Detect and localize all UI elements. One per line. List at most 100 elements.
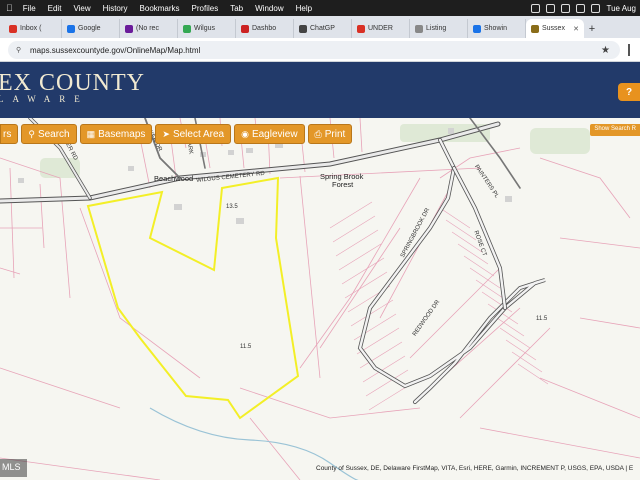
- layers-label: rs: [3, 128, 12, 140]
- menu-bookmarks[interactable]: Bookmarks: [134, 4, 186, 13]
- grid-icon: ▦: [86, 128, 96, 139]
- select-area-button[interactable]: ➤ Select Area: [155, 124, 232, 144]
- close-tab-icon[interactable]: ✕: [573, 25, 579, 33]
- menu-view[interactable]: View: [67, 4, 96, 13]
- url-text[interactable]: maps.sussexcountyde.gov/OnlineMap/Map.ht…: [30, 46, 200, 55]
- lot-line: [329, 201, 373, 229]
- parcel-acre-label: 11.5: [536, 316, 548, 322]
- tab-favicon-icon: [183, 24, 191, 33]
- menu-history[interactable]: History: [97, 4, 134, 13]
- tab-favicon-icon: [125, 24, 133, 33]
- county-header: EX COUNTY LAWARE ?: [0, 62, 640, 118]
- tab-label: Showin: [484, 25, 507, 32]
- bookmark-star-icon[interactable]: ★: [601, 45, 610, 56]
- eagleview-button[interactable]: ◉ Eagleview: [234, 124, 305, 144]
- tab-label: UNDER: [368, 25, 393, 32]
- tab-favicon-icon: [473, 24, 481, 33]
- tab-favicon-icon: [357, 24, 365, 33]
- tab-label: Google: [78, 25, 101, 32]
- tab-strip: Inbox ( Google (No rec Wilgus Dashbo Cha…: [0, 16, 640, 38]
- printer-icon: ⎙: [314, 128, 322, 139]
- tab-label: Dashbo: [252, 25, 277, 32]
- tab-favicon-icon: [241, 24, 249, 33]
- menu-file[interactable]: File: [17, 4, 42, 13]
- lot-line: [463, 255, 495, 277]
- menu-profiles[interactable]: Profiles: [186, 4, 225, 13]
- place-label-forest: Forest: [332, 180, 354, 189]
- address-bar[interactable]: ⚲ maps.sussexcountyde.gov/OnlineMap/Map.…: [8, 41, 620, 59]
- clock[interactable]: Tue Aug: [606, 4, 636, 13]
- parcel-acre-label: 13.5: [226, 204, 238, 210]
- lot-line: [341, 257, 385, 285]
- county-subtitle: LAWARE: [0, 94, 89, 104]
- side-panel-icon[interactable]: [628, 44, 638, 56]
- tab-favicon-icon: [299, 24, 307, 33]
- lot-line: [517, 363, 549, 385]
- tab-favicon-icon: [67, 24, 75, 33]
- map-attribution: County of Sussex, DE, Delaware FirstMap,…: [316, 465, 634, 472]
- tab-label: Inbox (: [20, 25, 42, 32]
- lot-line: [439, 207, 471, 229]
- menu-edit[interactable]: Edit: [42, 4, 68, 13]
- browser-tab-active[interactable]: Sussex ✕: [526, 19, 584, 38]
- control-center-icon[interactable]: [591, 3, 601, 13]
- browser-window:  File Edit View History Bookmarks Profi…: [0, 0, 640, 480]
- menu-window[interactable]: Window: [249, 4, 289, 13]
- tab-label: Wilgus: [194, 25, 216, 32]
- lot-line: [353, 313, 397, 341]
- eagle-icon: ◉: [241, 128, 249, 139]
- search-button[interactable]: ⚲ Search: [21, 124, 77, 144]
- basemaps-label: Basemaps: [98, 128, 146, 140]
- status-app-icon[interactable]: [561, 3, 571, 13]
- basemaps-button[interactable]: ▦ Basemaps: [79, 124, 153, 144]
- tab-favicon-icon: [531, 24, 539, 33]
- browser-tab[interactable]: Dashbo: [236, 19, 294, 38]
- lot-line: [445, 219, 477, 241]
- tab-label: ChatGP: [310, 25, 335, 32]
- lot-line: [335, 229, 379, 257]
- print-label: Print: [324, 128, 346, 140]
- lot-line: [469, 267, 501, 289]
- tab-favicon-icon: [415, 24, 423, 33]
- lot-line: [332, 215, 376, 243]
- lot-line: [493, 315, 525, 337]
- status-app-icon[interactable]: [531, 3, 541, 13]
- browser-tab[interactable]: Listing: [410, 19, 468, 38]
- help-button[interactable]: ?: [618, 83, 640, 101]
- browser-tab[interactable]: UNDER: [352, 19, 410, 38]
- eagleview-label: Eagleview: [251, 128, 298, 140]
- search-label: Search: [37, 128, 70, 140]
- browser-tab[interactable]: Showin: [468, 19, 526, 38]
- menu-help[interactable]: Help: [290, 4, 318, 13]
- status-app-icon[interactable]: [546, 3, 556, 13]
- tab-label: Listing: [426, 25, 447, 32]
- cursor-icon: ➤: [162, 128, 170, 139]
- map-canvas[interactable]: Beachwood Spring Brook Forest WILGUS CEM…: [0, 118, 640, 480]
- macos-menu-bar:  File Edit View History Bookmarks Profi…: [0, 0, 640, 16]
- browser-tab[interactable]: Inbox (: [4, 19, 62, 38]
- new-tab-button[interactable]: +: [584, 19, 600, 38]
- print-button[interactable]: ⎙ Print: [307, 124, 353, 144]
- show-search-results-button[interactable]: Show Search R: [590, 124, 640, 136]
- status-area: Tue Aug: [531, 0, 636, 16]
- browser-tab[interactable]: Google: [62, 19, 120, 38]
- site-info-icon[interactable]: ⚲: [16, 46, 24, 54]
- menu-tab[interactable]: Tab: [224, 4, 249, 13]
- tab-favicon-icon: [9, 24, 17, 33]
- apple-icon[interactable]: : [0, 3, 17, 13]
- address-bar-row: ⚲ maps.sussexcountyde.gov/OnlineMap/Map.…: [0, 38, 640, 62]
- browser-tab[interactable]: ChatGP: [294, 19, 352, 38]
- wifi-icon[interactable]: [576, 3, 586, 13]
- roads: [0, 118, 546, 404]
- tab-label: Sussex: [542, 25, 565, 32]
- county-title: EX COUNTY: [0, 70, 145, 96]
- browser-tab[interactable]: Wilgus: [178, 19, 236, 38]
- tab-label: (No rec: [136, 25, 159, 32]
- selected-parcel-outline[interactable]: [86, 176, 300, 420]
- select-area-label: Select Area: [172, 128, 225, 140]
- browser-tab[interactable]: (No rec: [120, 19, 178, 38]
- layers-button[interactable]: rs: [0, 124, 19, 144]
- parcel-acre-label: 11.5: [240, 344, 252, 350]
- place-label-beachwood: Beachwood: [154, 174, 194, 183]
- search-icon: ⚲: [28, 128, 35, 139]
